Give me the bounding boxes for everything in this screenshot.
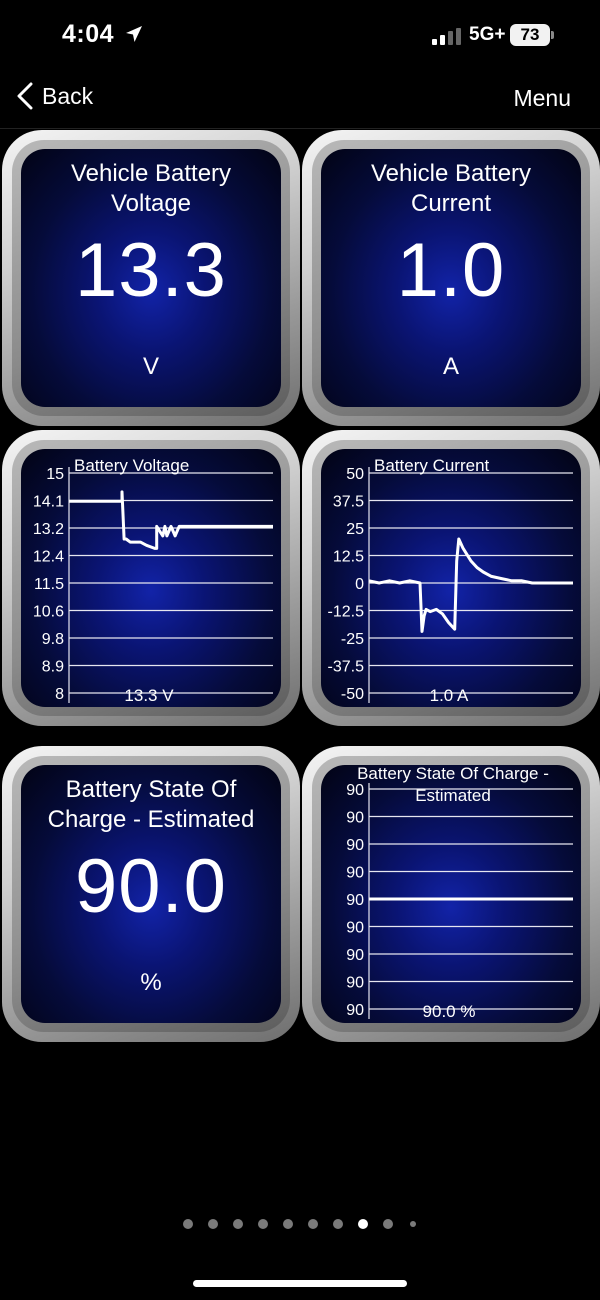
gauge-title-line1: Battery State Of [65,776,237,803]
gauge-title: Battery State Of Charge - Estimated [21,775,281,835]
series-line [368,537,573,633]
soc-chart: 90 90 90 90 90 90 90 90 90 Battery State Of Charg… [321,765,581,1023]
y-tick-label: 90 [346,975,364,992]
page-dot[interactable] [283,1219,293,1229]
y-tick-label: 90 [346,865,364,882]
gauge-title-line1: Vehicle Battery [70,160,232,187]
gauge-title-line2: Charge - Estimated [47,806,255,833]
y-tick-label: 13.2 [33,521,64,538]
signal-bars-icon [432,28,461,45]
nav-bar: Back Menu [0,70,600,129]
back-button[interactable]: Back [16,82,93,110]
chart-readout: 90.0 % [423,1002,476,1021]
page-dot[interactable] [258,1219,268,1229]
y-tick-label: 9.8 [42,631,64,648]
y-tick-label: -50 [341,686,364,703]
y-tick-label: 14.1 [33,494,64,511]
network-type: 5G+ [469,24,506,45]
page-dot[interactable] [308,1219,318,1229]
gauge-value: 13.3 [75,228,227,313]
page-dot[interactable] [233,1219,243,1229]
y-tick-label: -25 [341,631,364,648]
current-gauge: Vehicle Battery Current 1.0 A [321,149,581,407]
y-tick-label: -37.5 [328,659,365,676]
voltage-gauge-tile[interactable]: Vehicle Battery Voltage 13.3 V [2,130,300,426]
soc-line-chart: 909090909090909090Battery State Of Charg… [346,765,573,1021]
voltage-chart: 15 14.1 13.2 12.4 11.5 10.6 9.8 8.9 8 Battery Vol… [21,449,281,707]
gauge-title-line2: Current [410,190,492,217]
current-line-chart: 50 37.5 25 12.5 0 -12.5 -25 -37.5 -50 Battery Cur… [328,456,573,705]
y-tick-label: 11.5 [34,576,64,593]
voltage-gauge: Vehicle Battery Voltage 13.3 V [21,149,281,407]
voltage-chart-tile[interactable]: 15 14.1 13.2 12.4 11.5 10.6 9.8 8.9 8 Battery Vol… [2,430,300,726]
y-tick-label: -12.5 [328,604,365,621]
y-tick-label: 8.9 [42,659,64,676]
y-tick-label: 90 [346,1002,364,1019]
current-chart-tile[interactable]: 50 37.5 25 12.5 0 -12.5 -25 -37.5 -50 Battery Cur… [302,430,600,726]
gauge-title: Vehicle Battery Voltage [21,159,281,219]
clock: 4:04 [62,20,115,48]
y-tick-label: 8 [55,686,64,703]
gauge-value: 90.0 [75,844,227,929]
page-dot[interactable] [333,1219,343,1229]
chart-title-line2: Estimated [415,786,491,805]
page-dot[interactable] [410,1221,416,1227]
gauge-title-line1: Vehicle Battery [370,160,532,187]
back-label: Back [42,82,94,109]
y-tick-label: 90 [346,837,364,854]
chart-readout: 1.0 A [430,686,469,705]
chart-title: Battery Voltage [74,456,189,475]
soc-gauge: Battery State Of Charge - Estimated 90.0… [21,765,281,1023]
y-tick-label: 90 [346,782,364,799]
chart-title: Battery Current [374,456,490,475]
soc-chart-tile[interactable]: 90 90 90 90 90 90 90 90 90 Battery State Of Charg… [302,746,600,1042]
y-tick-label: 90 [346,947,364,964]
location-arrow-icon [126,26,142,42]
current-gauge-tile[interactable]: Vehicle Battery Current 1.0 A [302,130,600,426]
current-chart: 50 37.5 25 12.5 0 -12.5 -25 -37.5 -50 Battery Cur… [321,449,581,707]
home-indicator[interactable] [193,1280,407,1287]
y-tick-label: 12.4 [33,549,64,566]
chevron-left-icon [17,82,33,110]
y-tick-label: 90 [346,920,364,937]
battery-level: 73 [520,25,540,44]
gauge-unit: % [140,969,162,996]
page-dot[interactable] [208,1219,218,1229]
battery-icon: 73 [510,24,550,46]
y-tick-label: 37.5 [333,494,364,511]
y-tick-label: 12.5 [333,549,364,566]
y-tick-label: 15 [46,466,64,483]
y-tick-label: 50 [346,466,364,483]
menu-button[interactable]: Menu [513,85,571,112]
page-dot[interactable] [183,1219,193,1229]
status-bar: 4:04 5G+ 73 [0,0,600,70]
y-tick-label: 90 [346,810,364,827]
page-dot[interactable] [383,1219,393,1229]
soc-gauge-tile[interactable]: Battery State Of Charge - Estimated 90.0… [2,746,300,1042]
voltage-line-chart: 15 14.1 13.2 12.4 11.5 10.6 9.8 8.9 8 Battery Vol… [33,456,273,705]
chart-readout: 13.3 V [124,686,174,705]
y-tick-label: 25 [346,521,364,538]
gauge-value: 1.0 [396,228,506,313]
page-indicator[interactable] [0,1216,600,1232]
chart-title: Battery State Of Charge - [357,765,549,783]
gauge-unit: A [442,353,459,380]
gauge-unit: V [142,353,159,380]
gauge-title-line2: Voltage [110,190,192,217]
y-tick-label: 90 [346,892,364,909]
battery-tip [551,31,554,39]
gauge-title: Vehicle Battery Current [321,159,581,219]
y-tick-label: 0 [355,576,364,593]
page-dot[interactable] [358,1219,368,1229]
y-tick-label: 10.6 [33,604,64,621]
